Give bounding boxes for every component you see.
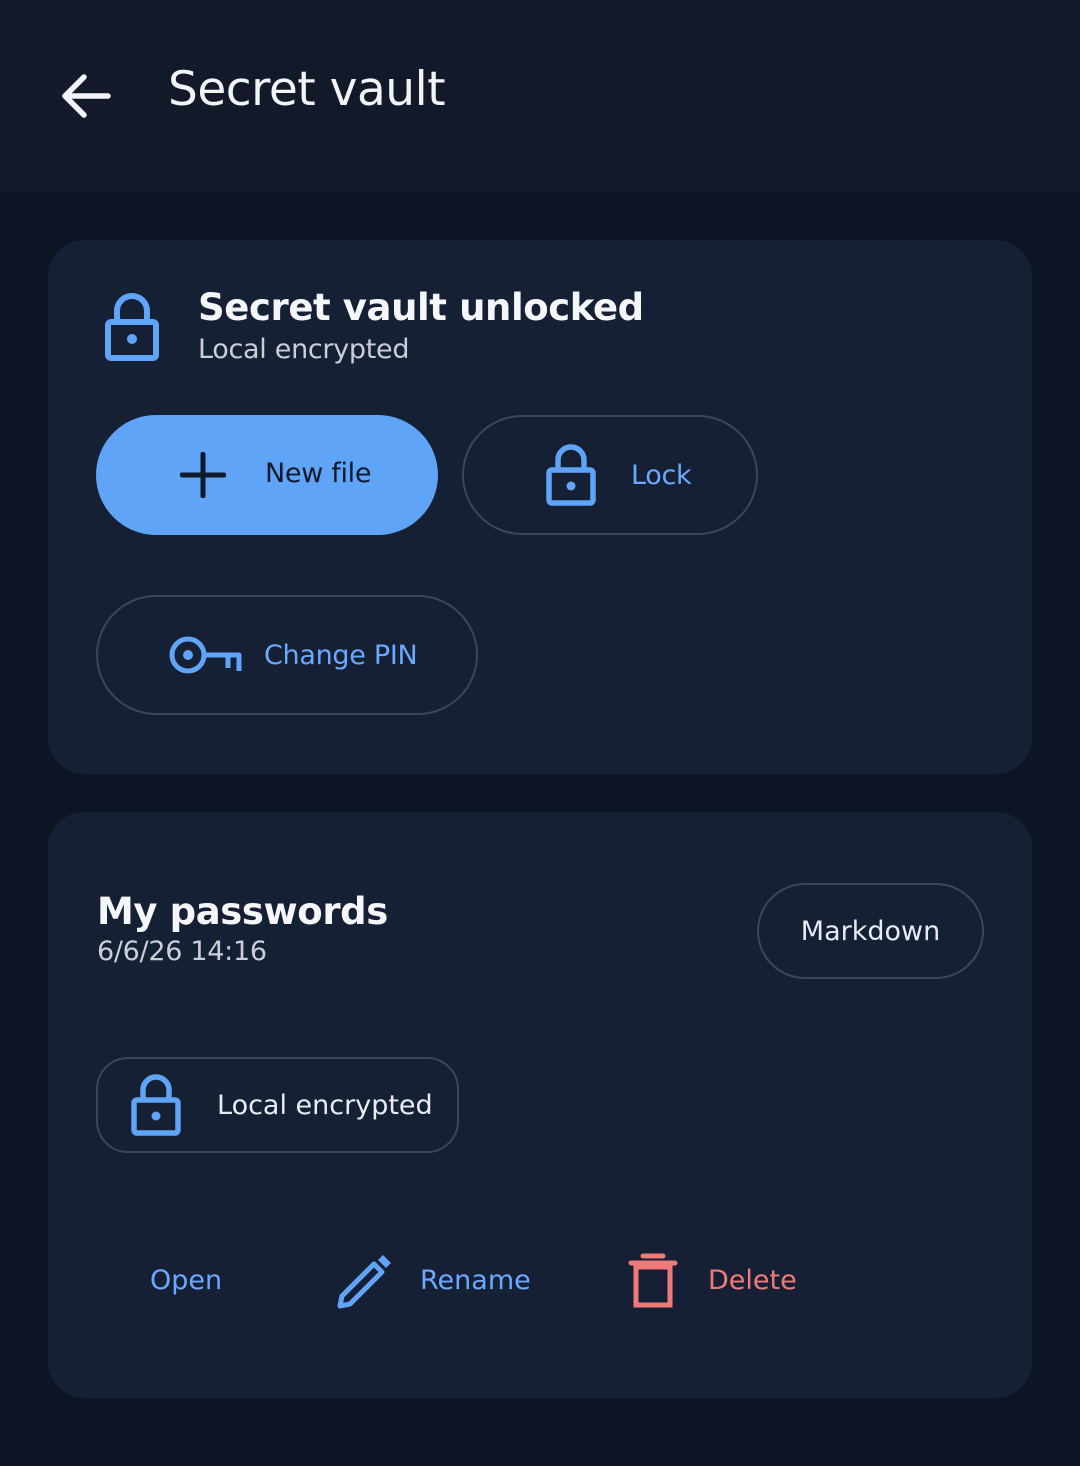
trash-icon bbox=[628, 1253, 678, 1308]
format-chip[interactable]: Markdown bbox=[757, 883, 984, 979]
new-file-button[interactable]: New file bbox=[96, 415, 438, 535]
delete-button[interactable]: Delete bbox=[626, 1240, 797, 1320]
encryption-label: Local encrypted bbox=[217, 1090, 433, 1121]
rename-button[interactable]: Rename bbox=[334, 1240, 531, 1320]
lock-label: Lock bbox=[631, 460, 692, 491]
app-bar: Secret vault bbox=[0, 0, 1080, 192]
pencil-icon bbox=[337, 1255, 391, 1309]
rename-label: Rename bbox=[420, 1264, 531, 1296]
file-name: My passwords bbox=[97, 890, 388, 933]
key-icon bbox=[169, 636, 242, 674]
delete-label: Delete bbox=[708, 1264, 797, 1296]
page-title: Secret vault bbox=[168, 62, 446, 117]
plus-icon bbox=[180, 452, 226, 498]
open-label: Open bbox=[150, 1264, 223, 1296]
vault-status-subtitle: Local encrypted bbox=[198, 334, 410, 365]
format-label: Markdown bbox=[800, 915, 941, 947]
back-button[interactable] bbox=[52, 60, 118, 132]
change-pin-label: Change PIN bbox=[264, 640, 418, 671]
lock-icon bbox=[131, 1074, 181, 1136]
lock-icon bbox=[546, 444, 596, 506]
change-pin-button[interactable]: Change PIN bbox=[96, 595, 478, 715]
arrow-left-icon bbox=[62, 74, 111, 118]
open-button[interactable]: Open bbox=[150, 1240, 222, 1320]
vault-status-title: Secret vault unlocked bbox=[198, 286, 644, 329]
encryption-chip: Local encrypted bbox=[96, 1057, 459, 1153]
file-date: 6/6/26 14:16 bbox=[97, 936, 267, 967]
lock-button[interactable]: Lock bbox=[462, 415, 758, 535]
lock-icon bbox=[105, 293, 159, 361]
new-file-label: New file bbox=[265, 458, 372, 489]
